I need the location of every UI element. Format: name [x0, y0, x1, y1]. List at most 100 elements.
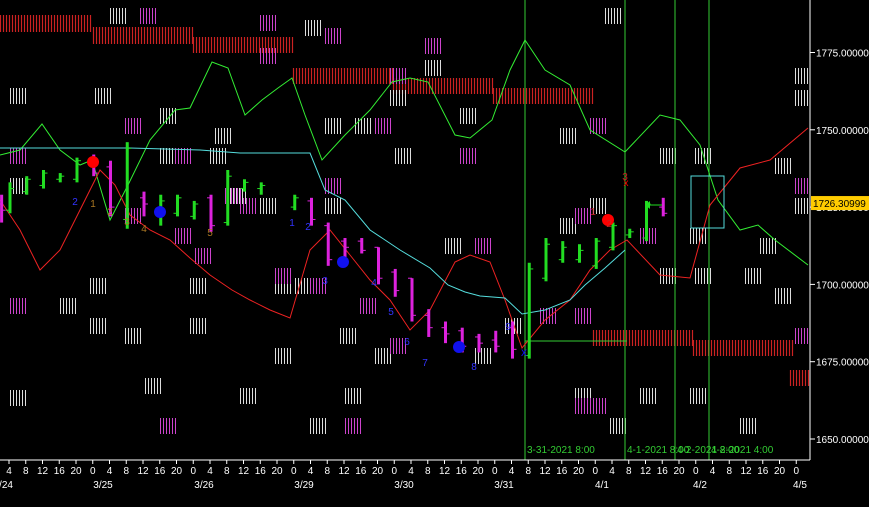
x-tick-label: 20 — [673, 466, 685, 477]
x-tick-label: 16 — [154, 466, 166, 477]
x-tick-label: 0 — [90, 466, 96, 477]
wave-count-label: 2 — [107, 207, 113, 218]
swing-high-marker — [87, 156, 99, 168]
x-date-label: 3/31 — [494, 480, 514, 491]
x-tick-label: 8 — [525, 466, 531, 477]
ohlc-bar-body — [444, 321, 447, 344]
chart-svg: xx2 1234 51 23 4567 891233-31-2021 8:00 4-1-20… — [0, 0, 869, 502]
x-tick-label: 12 — [439, 466, 451, 477]
x-tick-label: 0 — [291, 466, 297, 477]
x-tick-label: 16 — [355, 466, 367, 477]
x-tick-label: 12 — [539, 466, 551, 477]
y-tick-label: 1700.00000 — [816, 280, 869, 291]
x-date-label: 4/1 — [595, 480, 609, 491]
x-date-label: 4/5 — [793, 480, 807, 491]
x-tick-label: 20 — [573, 466, 585, 477]
ohlc-bar-body — [628, 228, 632, 239]
x-tick-label: 0 — [793, 466, 799, 477]
wave-count-label: 4 — [371, 278, 377, 289]
vertical-marker-label: 3-31-2021 8:00 — [527, 445, 595, 456]
x-tick-label: 12 — [137, 466, 149, 477]
x-tick-label: 12 — [37, 466, 49, 477]
x-tick-label: 8 — [123, 466, 129, 477]
x-tick-label: 8 — [224, 466, 230, 477]
current-price-label: 1726.30999 — [813, 199, 866, 210]
x-date-label: 3/25 — [93, 480, 113, 491]
pivot-x-marker: x — [521, 345, 527, 359]
x-date-label: 3/30 — [394, 480, 414, 491]
ohlc-bar-body — [75, 157, 79, 183]
ohlc-bar-body — [511, 321, 514, 359]
ohlc-bar-body — [393, 268, 397, 297]
wave-count-label: 6 — [404, 337, 410, 348]
x-tick-label: 4 — [710, 466, 716, 477]
ohlc-bar-body — [8, 182, 12, 214]
x-tick-label: 8 — [726, 466, 732, 477]
x-tick-label: 20 — [271, 466, 283, 477]
x-tick-label: 12 — [640, 466, 652, 477]
wave-count-label: 8 — [471, 362, 477, 373]
wave-count-label: 3 — [322, 276, 328, 287]
x-tick-label: 4 — [6, 466, 12, 477]
x-tick-label: 8 — [324, 466, 330, 477]
x-tick-label: 8 — [23, 466, 29, 477]
ohlc-bar-body — [243, 179, 246, 192]
wave-count-label: 1 — [590, 207, 596, 218]
x-date-label: 3/29 — [294, 480, 314, 491]
x-tick-label: 4 — [408, 466, 414, 477]
ohlc-bar-body — [494, 330, 498, 353]
x-tick-label: 20 — [774, 466, 786, 477]
x-tick-label: 0 — [190, 466, 196, 477]
x-tick-label: 20 — [171, 466, 183, 477]
wave-count-label: 7 — [422, 358, 428, 369]
y-tick-label: 1675.00000 — [816, 358, 869, 369]
x-tick-label: 12 — [740, 466, 752, 477]
ohlc-bar-body — [427, 309, 431, 337]
x-tick-label: 16 — [54, 466, 66, 477]
x-tick-label: 16 — [657, 466, 669, 477]
ohlc-bar-body — [125, 142, 129, 229]
x-tick-label: 4 — [207, 466, 213, 477]
wave-count-label: 9 — [505, 322, 511, 333]
ohlc-bar-body — [360, 238, 364, 254]
x-tick-label: 0 — [592, 466, 598, 477]
ohlc-bar-body — [594, 238, 598, 269]
y-tick-label: 1775.00000 — [816, 49, 869, 60]
ohlc-bar-body — [226, 169, 230, 226]
wave-count-label: 2 — [305, 222, 311, 233]
wave-count-label: 3 — [622, 172, 628, 183]
x-tick-label: 16 — [456, 466, 468, 477]
x-tick-label: 8 — [425, 466, 431, 477]
wave-count-label: 3 — [124, 217, 130, 228]
price-chart: x x 2 1 2 3 4 5 1 2 3 4 5 6 7 8 9 1 2 3 3-31-2021 8:00 4-1-20… — [0, 0, 869, 502]
x-date-label: 4/2 — [693, 480, 707, 491]
wave-count-label: 5 — [207, 228, 213, 239]
wave-count-label: 1 — [289, 218, 295, 229]
x-tick-label: 0 — [693, 466, 699, 477]
wave-count-label: 2 — [72, 197, 78, 208]
x-tick-label: 20 — [70, 466, 82, 477]
ohlc-bar-body — [611, 222, 615, 251]
y-tick-label: 1750.00000 — [816, 126, 869, 137]
vertical-marker-label: 4-2-2021 4:00 — [711, 445, 774, 456]
ohlc-bar-body — [527, 262, 531, 359]
x-tick-label: 16 — [556, 466, 568, 477]
x-tick-label: 0 — [391, 466, 397, 477]
ohlc-bar-body — [293, 194, 297, 211]
swing-low-marker — [453, 341, 465, 353]
x-date-label: 3/26 — [194, 480, 214, 491]
wave-count-label: 1 — [90, 199, 96, 210]
x-tick-label: 4 — [509, 466, 515, 477]
x-date-label: /24 — [0, 480, 13, 491]
wave-count-label: 2 — [606, 219, 612, 230]
x-tick-label: 4 — [308, 466, 314, 477]
x-tick-label: 4 — [107, 466, 113, 477]
swing-low-marker — [337, 256, 349, 268]
x-tick-label: 12 — [338, 466, 350, 477]
x-tick-label: 8 — [626, 466, 632, 477]
wave-count-label: 5 — [388, 307, 394, 318]
x-tick-label: 12 — [238, 466, 250, 477]
ohlc-bar-body — [209, 194, 213, 232]
x-tick-label: 20 — [472, 466, 484, 477]
ohlc-bar-body — [0, 194, 4, 223]
